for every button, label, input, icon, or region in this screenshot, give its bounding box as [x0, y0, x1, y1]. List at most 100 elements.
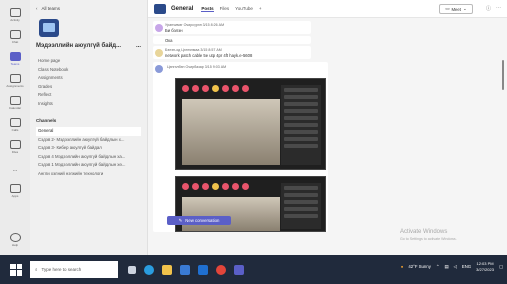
tab-posts[interactable]: Posts	[201, 6, 214, 12]
meet-button[interactable]: ▭ Meet ⌄	[439, 4, 473, 14]
mail-icon[interactable]	[198, 264, 208, 275]
file-icon	[9, 140, 21, 149]
nav-home-page[interactable]: Home page	[36, 57, 141, 66]
teams-window: Activity Chat Teams Assignments Calendar…	[0, 0, 507, 255]
app-rail: Activity Chat Teams Assignments Calendar…	[0, 0, 30, 255]
rail-activity[interactable]: Activity	[0, 4, 30, 26]
task-view-icon[interactable]	[128, 265, 136, 274]
add-tab-button[interactable]: +	[259, 6, 262, 11]
rail-label: Calendar	[8, 106, 22, 110]
watermark-title: Activate Windows	[400, 229, 448, 235]
channel-item[interactable]: Сэдэв 4 Мэдээллийн аюулгүй байдлын ха...	[36, 153, 141, 162]
teams-taskbar-icon[interactable]	[234, 264, 244, 275]
rail-assignments[interactable]: Assignments	[0, 70, 30, 92]
clock-date: 3/27/2023	[476, 266, 494, 272]
nav-assignments[interactable]: Assignments	[36, 74, 141, 83]
team-pane: ‹ All teams Мэдээллийн аюулгүй байд......…	[30, 0, 148, 255]
volume-icon[interactable]: ◁	[454, 264, 457, 270]
participant-grid	[182, 99, 280, 165]
team-title-row[interactable]: Мэдээллийн аюулгүй байд......	[36, 43, 141, 49]
language-indicator[interactable]: ENG	[462, 264, 471, 269]
more-icon[interactable]: ⋯	[496, 5, 501, 12]
chrome-icon[interactable]	[216, 264, 226, 275]
avatar	[155, 65, 163, 73]
chevron-up-icon[interactable]: ⌃	[436, 264, 440, 270]
tab-files[interactable]: Files	[220, 6, 230, 11]
participant-grid	[182, 197, 280, 231]
file-explorer-icon[interactable]	[162, 264, 172, 275]
network-icon[interactable]: ▤	[444, 264, 448, 270]
taskbar-search[interactable]: ⌕ Type here to search	[30, 261, 118, 278]
channels-header[interactable]: Channels	[36, 118, 141, 123]
new-conversation-label: New conversation	[185, 218, 220, 223]
windows-taskbar: ⌕ Type here to search ● 42°F Sunny ⌃ ▤ ◁…	[0, 255, 507, 284]
message-meta: Цэнгэлбэн Очирбазар 3/15 9:03 AM	[167, 65, 227, 69]
taskbar-apps	[128, 264, 244, 275]
message-text: Би бэлэн	[165, 28, 183, 33]
rail-help[interactable]: Help	[0, 229, 30, 251]
compose-icon: ✎	[178, 217, 183, 223]
channel-item[interactable]: General	[36, 127, 141, 136]
rail-label: Calls	[11, 128, 19, 132]
more-options-icon[interactable]: ...	[136, 43, 141, 49]
rail-calls[interactable]: Calls	[0, 114, 30, 136]
rail-more[interactable]: ...	[0, 158, 30, 180]
message: Ока	[153, 36, 311, 44]
meeting-toolbar	[182, 183, 278, 191]
avatar	[155, 24, 163, 32]
channel-list: General Сэдэв 2- Мэдээллийн аюулгүй байд…	[36, 127, 141, 178]
rail-apps[interactable]: Apps	[0, 180, 30, 202]
channel-item[interactable]: Англи хэлний нэгжийн технологи	[36, 170, 141, 179]
system-tray: ● 42°F Sunny ⌃ ▤ ◁ ENG 12:03 PM 3/27/202…	[401, 261, 503, 272]
video-icon: ▭	[445, 6, 450, 11]
teams-icon	[9, 52, 21, 61]
post-card: Цэнгэлбэн Очирбазар 3/15 9:03 AM	[153, 62, 328, 232]
rail-label: Activity	[10, 18, 20, 22]
back-to-all-teams[interactable]: ‹ All teams	[36, 6, 141, 11]
nav-insights[interactable]: Insights	[36, 100, 141, 109]
rail-teams[interactable]: Teams	[0, 48, 30, 70]
more-icon: ...	[12, 166, 18, 173]
channel-item[interactable]: Сэдэв 1 Мэдээллийн аюулгүй байдлын хө...	[36, 161, 141, 170]
message: Бэлэн-од Цэнгэлмаа 3/15 8:57 AM network …	[153, 46, 311, 59]
channel-main: General Posts Files YouTube + ▭ Meet ⌄ ⓘ ⋯…	[148, 0, 507, 255]
chevron-down-icon[interactable]: ⌄	[463, 6, 467, 12]
edge-icon[interactable]	[144, 264, 154, 275]
channel-item[interactable]: Сэдэв 2- Мэдээллийн аюулгүй байдлын х...	[36, 136, 141, 145]
channel-item[interactable]: Сэдэв 3- Кибер аюулгүй байдал	[36, 144, 141, 153]
rail-chat[interactable]: Chat	[0, 26, 30, 48]
clock[interactable]: 12:03 PM 3/27/2023	[476, 261, 494, 272]
message-text: network patch cable 5e utp 4pr 4ft hayk.…	[165, 53, 253, 58]
tab-youtube[interactable]: YouTube	[235, 6, 253, 11]
feed-scrollbar[interactable]	[502, 60, 504, 90]
weather-text[interactable]: 42°F Sunny	[408, 264, 431, 269]
rail-label: Help	[11, 243, 19, 247]
store-icon[interactable]	[180, 264, 190, 275]
new-conversation-button[interactable]: ✎ New conversation	[167, 216, 231, 225]
rail-label: Files	[11, 150, 19, 154]
participant-panel	[281, 85, 321, 165]
start-button[interactable]	[10, 263, 22, 276]
info-icon[interactable]: ⓘ	[486, 5, 491, 12]
meeting-toolbar	[182, 85, 278, 93]
participant-panel	[281, 183, 321, 229]
rail-label: Apps	[11, 194, 19, 198]
nav-grades[interactable]: Grades	[36, 83, 141, 92]
notifications-icon[interactable]: ▢	[499, 264, 503, 270]
meet-label: Meet	[451, 6, 461, 12]
bell-icon	[9, 8, 21, 17]
chevron-left-icon: ‹	[36, 6, 38, 11]
message: Уранчимэг Очирсүрэн 3/15 8:26 AM Би бэлэ…	[153, 21, 311, 34]
rail-files[interactable]: Files	[0, 136, 30, 158]
nav-reflect[interactable]: Reflect	[36, 91, 141, 100]
channel-name: General	[171, 5, 194, 12]
nav-class-notebook[interactable]: Class Notebook	[36, 66, 141, 75]
weather-icon: ●	[400, 264, 404, 269]
rail-calendar[interactable]: Calendar	[0, 92, 30, 114]
team-nav: Home page Class Notebook Assignments Gra…	[36, 57, 141, 108]
apps-icon	[9, 184, 21, 193]
meeting-screenshot[interactable]	[175, 78, 326, 170]
calendar-icon	[9, 96, 21, 105]
search-icon: ⌕	[35, 267, 38, 272]
rail-label: Chat	[11, 40, 19, 44]
